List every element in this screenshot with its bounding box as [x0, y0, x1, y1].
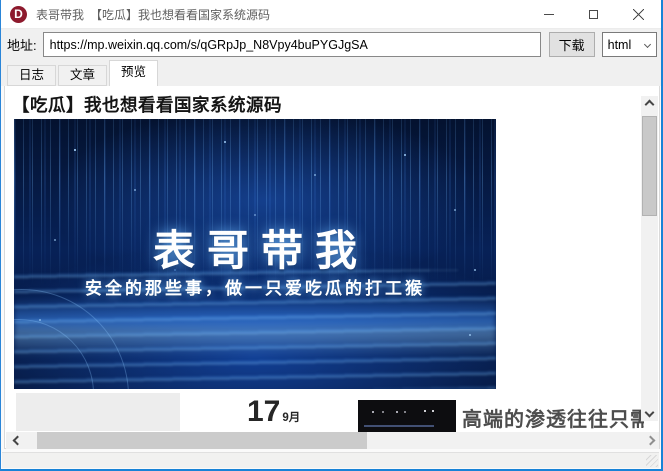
tab-preview[interactable]: 预览 [109, 60, 158, 86]
app-icon-letter: D [14, 7, 23, 21]
vertical-scrollbar-thumb[interactable] [642, 116, 657, 216]
tab-bar: 日志 文章 预览 [1, 60, 661, 86]
address-row: 地址: 下载 html [1, 29, 661, 60]
chevron-down-icon [645, 408, 655, 418]
window-controls [526, 0, 661, 28]
maximize-icon [589, 10, 598, 19]
banner-subtitle: 安全的那些事，做一只爱吃瓜的打工猴 [14, 274, 496, 299]
chevron-right-icon [646, 436, 656, 446]
minimize-button[interactable] [526, 0, 571, 28]
tab-preview-label: 预览 [121, 65, 146, 79]
banner-particle-dots [14, 119, 16, 121]
app-icon: D [10, 6, 27, 23]
chevron-left-icon [13, 436, 23, 446]
address-input[interactable] [43, 32, 541, 57]
tab-article-label: 文章 [70, 68, 95, 82]
vertical-scrollbar[interactable] [641, 96, 658, 421]
download-button[interactable]: 下载 [549, 32, 595, 57]
article-title: 【吃瓜】我也想看看国家系统源码 [12, 92, 282, 117]
minimize-icon [544, 14, 554, 15]
image-placeholder [16, 393, 180, 431]
scroll-up-button[interactable] [641, 96, 658, 113]
format-select-value: html [608, 38, 632, 52]
scroll-left-button[interactable] [9, 432, 26, 449]
horizontal-scrollbar[interactable] [6, 432, 659, 449]
article-date-month: 9月 [282, 409, 300, 429]
scroll-right-button[interactable] [642, 432, 659, 449]
article-date-day: 17 [247, 395, 280, 429]
format-select[interactable]: html [602, 32, 657, 57]
titlebar[interactable]: D 表哥带我 【吃瓜】我也想看看国家系统源码 [1, 0, 661, 29]
article-date: 17 9月 [247, 395, 300, 429]
thumbnail-detail-line [364, 425, 434, 427]
window-title: 表哥带我 【吃瓜】我也想看看国家系统源码 [36, 6, 270, 23]
banner-title: 表哥带我 [14, 217, 496, 278]
tab-article[interactable]: 文章 [58, 65, 107, 86]
preview-pane: 【吃瓜】我也想看看国家系统源码 表哥带我 安全的那些事，做一只爱吃瓜的打工猴 1… [4, 85, 660, 449]
thumbnail-detail-dots [358, 400, 360, 402]
article-thumbnail-image [358, 400, 456, 432]
app-window: D 表哥带我 【吃瓜】我也想看看国家系统源码 地址: 下载 html 日志 [0, 0, 663, 471]
scroll-down-button[interactable] [641, 404, 658, 421]
tab-log-label: 日志 [19, 68, 44, 82]
close-button[interactable] [616, 0, 661, 28]
download-button-label: 下载 [559, 35, 585, 54]
chevron-down-icon [644, 41, 651, 48]
article-snippet: 高端的渗透往往只需 [462, 403, 644, 432]
close-icon [633, 9, 644, 20]
tab-log[interactable]: 日志 [7, 65, 56, 86]
address-label: 地址: [7, 35, 37, 54]
resize-grip[interactable] [646, 455, 658, 467]
horizontal-scrollbar-thumb[interactable] [37, 432, 367, 449]
status-bar [2, 452, 659, 468]
article-banner-image: 表哥带我 安全的那些事，做一只爱吃瓜的打工猴 [14, 119, 496, 389]
chevron-up-icon [645, 100, 655, 110]
maximize-button[interactable] [571, 0, 616, 28]
